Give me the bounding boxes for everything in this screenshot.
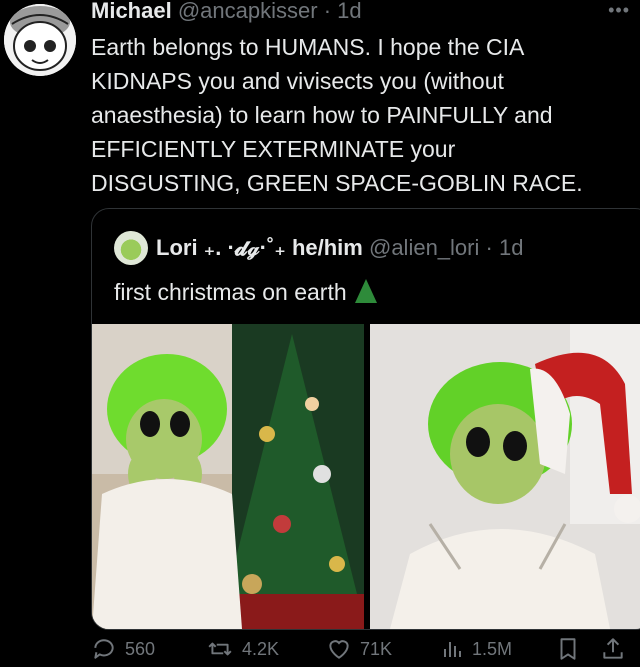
author-avatar[interactable] (4, 4, 76, 76)
post-text: Earth belongs to HUMANS. I hope the CIA … (91, 34, 583, 196)
quote-author-handle[interactable]: @alien_lori (369, 235, 479, 260)
quote-author-avatar[interactable] (114, 231, 148, 265)
post-actions: 560 4.2K 71K 1.5M (0, 636, 640, 666)
quote-author-name[interactable]: Lori ₊. ·𝓭ℊ·˚₊ he/him (156, 235, 363, 260)
author-handle[interactable]: @ancapkisser (178, 0, 318, 23)
like-count: 71K (360, 638, 393, 659)
bookmark-button[interactable] (555, 636, 581, 662)
author-name[interactable]: Michael (91, 0, 172, 23)
repost-count: 4.2K (242, 638, 280, 659)
bookmark-icon (560, 638, 576, 660)
reply-count: 560 (125, 638, 156, 659)
views-button[interactable]: 1.5M (440, 636, 512, 662)
views-icon (444, 642, 461, 657)
post-header: Michael @ancapkisser · 1d (91, 0, 362, 26)
reply-icon (94, 639, 114, 659)
quote-text: first christmas on earth (114, 279, 347, 305)
quote-photo-2[interactable] (370, 324, 640, 629)
share-button[interactable] (600, 636, 626, 662)
like-button[interactable]: 71K (326, 636, 392, 662)
header-separator: · (323, 0, 332, 23)
christmas-tree-icon (354, 279, 377, 303)
like-icon (329, 640, 349, 659)
quote-header: Lori ₊. ·𝓭ℊ·˚₊ he/him @alien_lori · 1d (156, 233, 523, 263)
quote-separator: · (485, 235, 493, 260)
quoted-post[interactable]: Lori ₊. ·𝓭ℊ·˚₊ he/him @alien_lori · 1d f… (91, 208, 640, 630)
reply-button[interactable]: 560 (91, 636, 155, 662)
repost-icon (208, 642, 232, 656)
quote-photo-1[interactable] (92, 324, 364, 629)
repost-button[interactable]: 4.2K (206, 636, 279, 662)
share-icon (603, 638, 623, 659)
post-time[interactable]: 1d (337, 0, 361, 23)
quote-time[interactable]: 1d (499, 235, 523, 260)
views-count: 1.5M (472, 638, 513, 659)
more-icon[interactable]: ••• (608, 0, 630, 21)
quote-text-line: first christmas on earth (114, 277, 377, 307)
